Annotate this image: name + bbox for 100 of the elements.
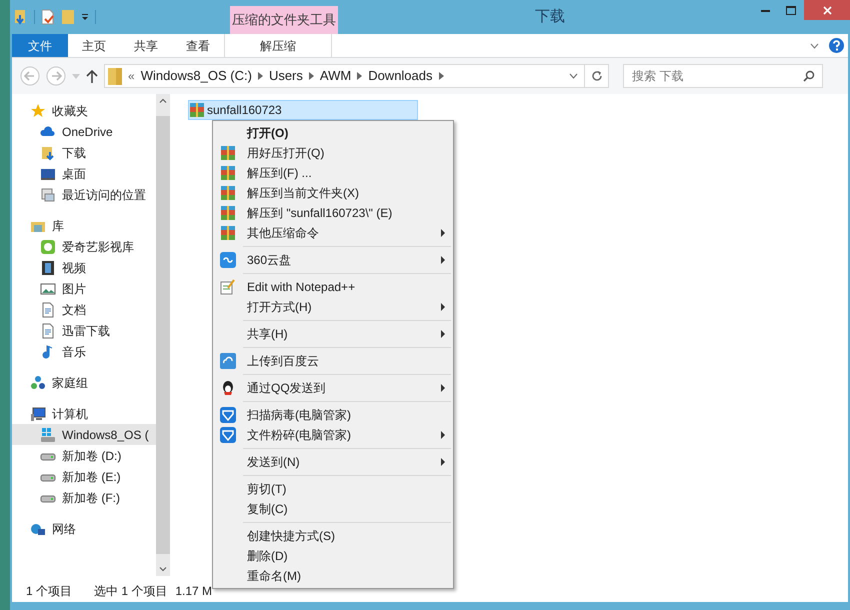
submenu-arrow-icon xyxy=(441,431,445,439)
ribbon-tab[interactable]: 文件 xyxy=(12,34,68,57)
submenu-arrow-icon xyxy=(441,330,445,338)
menu-item[interactable]: 通过QQ发送到 xyxy=(213,378,453,398)
folder-icon xyxy=(108,68,122,84)
navigation-item[interactable]: OneDrive xyxy=(30,121,156,142)
navigation-item[interactable]: 音乐 xyxy=(30,341,156,362)
minimize-icon xyxy=(760,8,770,12)
menu-item[interactable]: 文件粉碎(电脑管家) xyxy=(213,425,453,445)
submenu-arrow-icon xyxy=(441,256,445,264)
picture-icon xyxy=(40,280,56,296)
menu-item[interactable]: 解压到 "sunfall160723\" (E) xyxy=(213,203,453,223)
menu-item[interactable]: Edit with Notepad++ xyxy=(213,277,453,297)
navigation-item[interactable]: 文档 xyxy=(30,299,156,320)
system-drive-icon xyxy=(40,426,56,442)
path-overflow[interactable]: « xyxy=(128,67,135,85)
navigation-item[interactable]: 新加卷 (D:) xyxy=(30,445,156,466)
search-icon xyxy=(803,70,815,82)
chevron-icon[interactable] xyxy=(308,72,314,80)
expand-ribbon-icon[interactable] xyxy=(810,42,819,48)
submenu-arrow-icon xyxy=(441,384,445,392)
dropdown-icon[interactable] xyxy=(569,73,578,79)
navigation-item[interactable]: 爱奇艺影视库 xyxy=(30,236,156,257)
breadcrumb[interactable]: Windows8_OS (C:) xyxy=(140,66,252,86)
menu-item[interactable]: 扫描病毒(电脑管家) xyxy=(213,405,453,425)
menu-item[interactable]: 复制(C) xyxy=(213,499,453,519)
navigation-item[interactable]: Windows8_OS ( xyxy=(12,424,156,445)
archive-icon xyxy=(220,185,236,201)
menu-item[interactable]: 其他压缩命令 xyxy=(213,223,453,243)
selection-size: 1.17 M xyxy=(175,583,212,600)
document-check-icon[interactable] xyxy=(41,9,55,25)
menu-item[interactable]: 上传到百度云 xyxy=(213,351,453,371)
chevron-icon[interactable] xyxy=(438,72,444,80)
archive-icon xyxy=(220,205,236,221)
ribbon-tab[interactable]: 共享 xyxy=(120,34,172,57)
menu-item[interactable]: 创建快捷方式(S) xyxy=(213,526,453,546)
breadcrumb[interactable]: Downloads xyxy=(368,66,433,86)
menu-item[interactable]: 用好压打开(Q) xyxy=(213,143,453,163)
address-bar[interactable]: « Windows8_OS (C:) Users AWM Downloads xyxy=(104,64,609,88)
breadcrumb[interactable]: AWM xyxy=(320,66,352,86)
cloud-icon xyxy=(220,252,236,268)
navigation-item[interactable]: 收藏夹 xyxy=(30,100,156,121)
ribbon-tab[interactable]: 查看 xyxy=(172,34,224,57)
navigation-item[interactable]: 图片 xyxy=(30,278,156,299)
dropdown-icon[interactable] xyxy=(81,13,89,21)
navigation-item[interactable]: 桌面 xyxy=(30,163,156,184)
document-icon xyxy=(40,322,56,338)
archive-icon xyxy=(220,225,236,241)
ribbon-tab[interactable]: 解压缩 xyxy=(224,34,332,57)
scroll-up-icon xyxy=(159,98,167,103)
chevron-icon[interactable] xyxy=(258,72,263,80)
shield-icon xyxy=(220,427,236,443)
download-icon xyxy=(40,144,56,160)
menu-item[interactable]: 解压到(F) ... xyxy=(213,163,453,183)
computer-icon xyxy=(30,406,46,422)
file-item[interactable]: sunfall160723 xyxy=(188,100,418,120)
menu-item[interactable]: 打开方式(H) xyxy=(213,297,453,317)
navigation-item[interactable]: 家庭组 xyxy=(30,372,156,393)
scroll-down-icon xyxy=(159,567,167,572)
navigation-item[interactable]: 迅雷下载 xyxy=(30,320,156,341)
selection-count: 选中 1 个项目 xyxy=(94,583,168,600)
close-icon xyxy=(822,6,832,14)
navigation-item[interactable]: 最近访问的位置 xyxy=(30,184,156,205)
refresh-icon xyxy=(590,70,602,82)
navigation-item[interactable]: 新加卷 (F:) xyxy=(30,487,156,508)
star-icon xyxy=(30,102,46,118)
window-title: 下载 xyxy=(534,6,566,27)
chevron-icon[interactable] xyxy=(357,72,362,80)
item-count: 1 个项目 xyxy=(26,583,72,600)
navigation-item[interactable]: 计算机 xyxy=(30,403,156,424)
menu-item[interactable]: 删除(D) xyxy=(213,546,453,566)
video-icon xyxy=(40,260,56,276)
menu-item[interactable]: 打开(O) xyxy=(213,123,453,143)
homegroup-icon xyxy=(30,374,46,390)
up-icon[interactable] xyxy=(86,69,98,83)
contextual-tab-group: 压缩的文件夹工具 xyxy=(230,6,338,34)
archive-icon xyxy=(189,102,205,118)
ribbon-tab[interactable]: 主页 xyxy=(68,34,120,57)
archive-icon xyxy=(220,165,236,181)
maximize-icon xyxy=(786,6,796,14)
menu-item[interactable]: 解压到当前文件夹(X) xyxy=(213,183,453,203)
folder-download-icon[interactable] xyxy=(14,9,28,25)
search-field[interactable]: 搜索 下载 xyxy=(623,64,823,88)
penguin-icon xyxy=(220,380,236,396)
menu-item[interactable]: 共享(H) xyxy=(213,324,453,344)
menu-item[interactable]: 发送到(N) xyxy=(213,452,453,472)
menu-item[interactable]: 重命名(M) xyxy=(213,566,453,586)
menu-item[interactable]: 360云盘 xyxy=(213,250,453,270)
navigation-item[interactable]: 新加卷 (E:) xyxy=(30,466,156,487)
navigation-item[interactable]: 视频 xyxy=(30,257,156,278)
help-icon[interactable] xyxy=(829,38,844,53)
menu-item[interactable]: 剪切(T) xyxy=(213,479,453,499)
navigation-item[interactable]: 下载 xyxy=(30,142,156,163)
document-icon xyxy=(40,302,56,318)
breadcrumb[interactable]: Users xyxy=(268,66,303,86)
close-button[interactable] xyxy=(804,0,850,20)
recent-icon xyxy=(40,186,56,202)
navigation-item[interactable]: 网络 xyxy=(30,518,156,539)
navigation-item[interactable]: 库 xyxy=(30,215,156,236)
archive-icon xyxy=(220,145,236,161)
